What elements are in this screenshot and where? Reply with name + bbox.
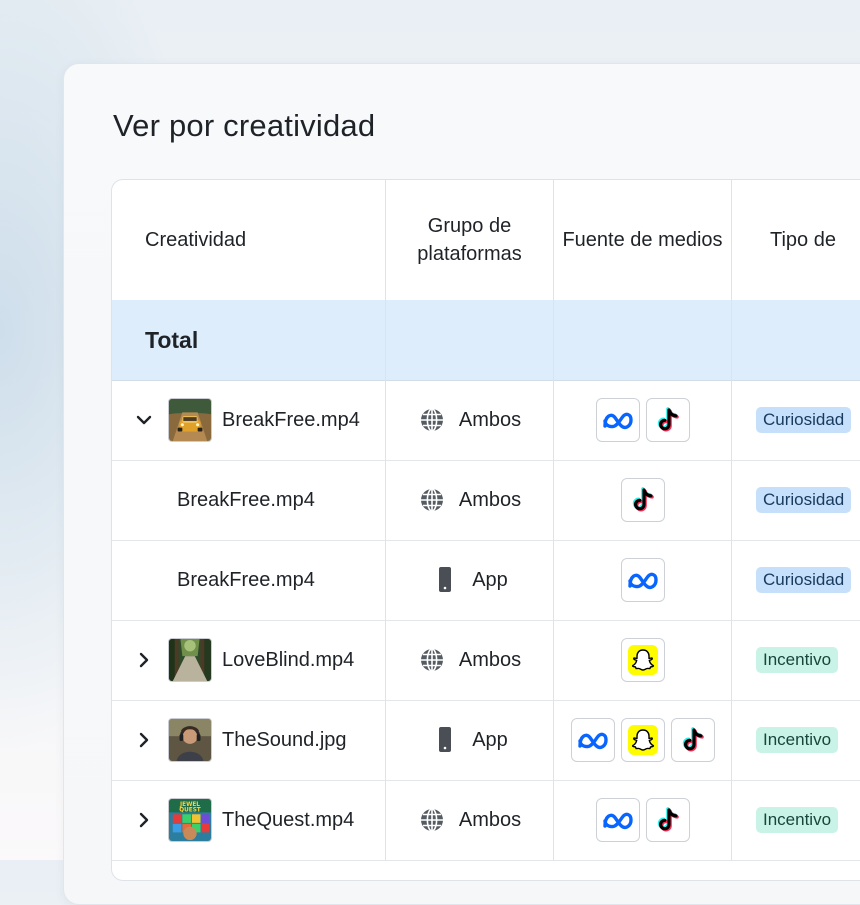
snapchat-icon[interactable] (620, 718, 665, 762)
type-cell: Curiosidad (732, 380, 860, 460)
platform-cell: App (386, 700, 554, 780)
creative-cell: BreakFree.mp4 (112, 380, 386, 460)
tiktok-icon[interactable] (645, 398, 690, 442)
chevron-right-icon[interactable] (132, 648, 156, 672)
meta-icon[interactable] (595, 798, 640, 842)
chevron-down-icon[interactable] (132, 408, 156, 432)
phone-icon (431, 566, 459, 594)
table-row[interactable]: LoveBlind.mp4 Ambos Incentivo (112, 620, 860, 701)
column-header-grupo-plataformas[interactable]: Grupo de plataformas (386, 180, 554, 300)
type-cell: Incentivo (732, 700, 860, 780)
globe-icon (418, 806, 446, 834)
type-badge: Curiosidad (756, 567, 852, 593)
creative-cell: JEWEL QUEST TheQuest.mp4 (112, 780, 386, 860)
creative-panel: Ver por creatividad Creatividad Grupo de… (63, 63, 860, 905)
tiktok-icon[interactable] (645, 798, 690, 842)
column-header-tipo[interactable]: Tipo de (732, 180, 860, 300)
platform-label: App (472, 568, 508, 591)
media-source-cell (554, 620, 732, 700)
car-thumbnail (168, 398, 212, 442)
forest-path-thumbnail (168, 638, 212, 682)
type-badge: Curiosidad (756, 407, 852, 433)
type-cell: Incentivo (732, 620, 860, 700)
type-badge: Incentivo (756, 807, 839, 833)
table-header: Creatividad Grupo de plataformas Fuente … (112, 180, 860, 301)
meta-icon[interactable] (620, 558, 665, 602)
creative-name[interactable]: TheQuest.mp4 (222, 809, 354, 832)
platform-label: Ambos (458, 808, 522, 831)
thumbnail-text-quest: QUEST (179, 807, 201, 813)
platform-cell: Ambos (386, 460, 554, 540)
meta-icon[interactable] (570, 718, 615, 762)
globe-icon (418, 486, 446, 514)
tiktok-icon[interactable] (670, 718, 715, 762)
type-badge: Incentivo (756, 647, 839, 673)
creative-name[interactable]: BreakFree.mp4 (222, 409, 360, 432)
platform-label: Ambos (458, 408, 522, 431)
tiktok-icon[interactable] (620, 478, 665, 522)
person-headphones-thumbnail (168, 718, 212, 762)
column-header-fuente-medios[interactable]: Fuente de medios (554, 180, 732, 300)
total-label: Total (112, 300, 386, 380)
platform-label: App (472, 728, 508, 751)
type-badge: Curiosidad (756, 487, 852, 513)
media-source-cell (554, 540, 732, 620)
media-source-cell (554, 380, 732, 460)
table-row[interactable]: BreakFree.mp4 Ambos Curiosidad (112, 380, 860, 461)
page-title: Ver por creatividad (113, 108, 376, 143)
creative-cell: TheSound.jpg (112, 700, 386, 780)
platform-label: Ambos (458, 648, 522, 671)
platform-cell: Ambos (386, 380, 554, 460)
creative-name[interactable]: TheSound.jpg (222, 729, 347, 752)
creative-cell: BreakFree.mp4 (112, 540, 386, 620)
table-row[interactable]: BreakFree.mp4 Ambos Curiosidad (112, 460, 860, 541)
creative-name[interactable]: BreakFree.mp4 (177, 569, 315, 592)
platform-cell: App (386, 540, 554, 620)
total-row: Total (112, 300, 860, 381)
jewel-quest-thumbnail: JEWEL QUEST (168, 798, 212, 842)
table-row[interactable]: TheSound.jpg App Incentivo (112, 700, 860, 781)
platform-label: Ambos (458, 488, 522, 511)
phone-icon (431, 726, 459, 754)
chevron-right-icon[interactable] (132, 728, 156, 752)
type-cell: Curiosidad (732, 460, 860, 540)
media-source-cell (554, 460, 732, 540)
globe-icon (418, 406, 446, 434)
table-row[interactable]: BreakFree.mp4 App Curiosidad (112, 540, 860, 621)
creative-cell: BreakFree.mp4 (112, 460, 386, 540)
platform-cell: Ambos (386, 780, 554, 860)
type-badge: Incentivo (756, 727, 839, 753)
meta-icon[interactable] (595, 398, 640, 442)
creative-name[interactable]: LoveBlind.mp4 (222, 649, 354, 672)
media-source-cell (554, 700, 732, 780)
snapchat-icon[interactable] (620, 638, 665, 682)
creative-name[interactable]: BreakFree.mp4 (177, 489, 315, 512)
type-cell: Incentivo (732, 780, 860, 860)
creative-cell: LoveBlind.mp4 (112, 620, 386, 700)
globe-icon (418, 646, 446, 674)
platform-cell: Ambos (386, 620, 554, 700)
column-header-creatividad[interactable]: Creatividad (112, 180, 386, 300)
chevron-right-icon[interactable] (132, 808, 156, 832)
type-cell: Curiosidad (732, 540, 860, 620)
table-row[interactable]: JEWEL QUEST TheQuest.mp4 Ambos Incentivo (112, 780, 860, 861)
media-source-cell (554, 780, 732, 860)
creative-table: Creatividad Grupo de plataformas Fuente … (111, 179, 860, 881)
